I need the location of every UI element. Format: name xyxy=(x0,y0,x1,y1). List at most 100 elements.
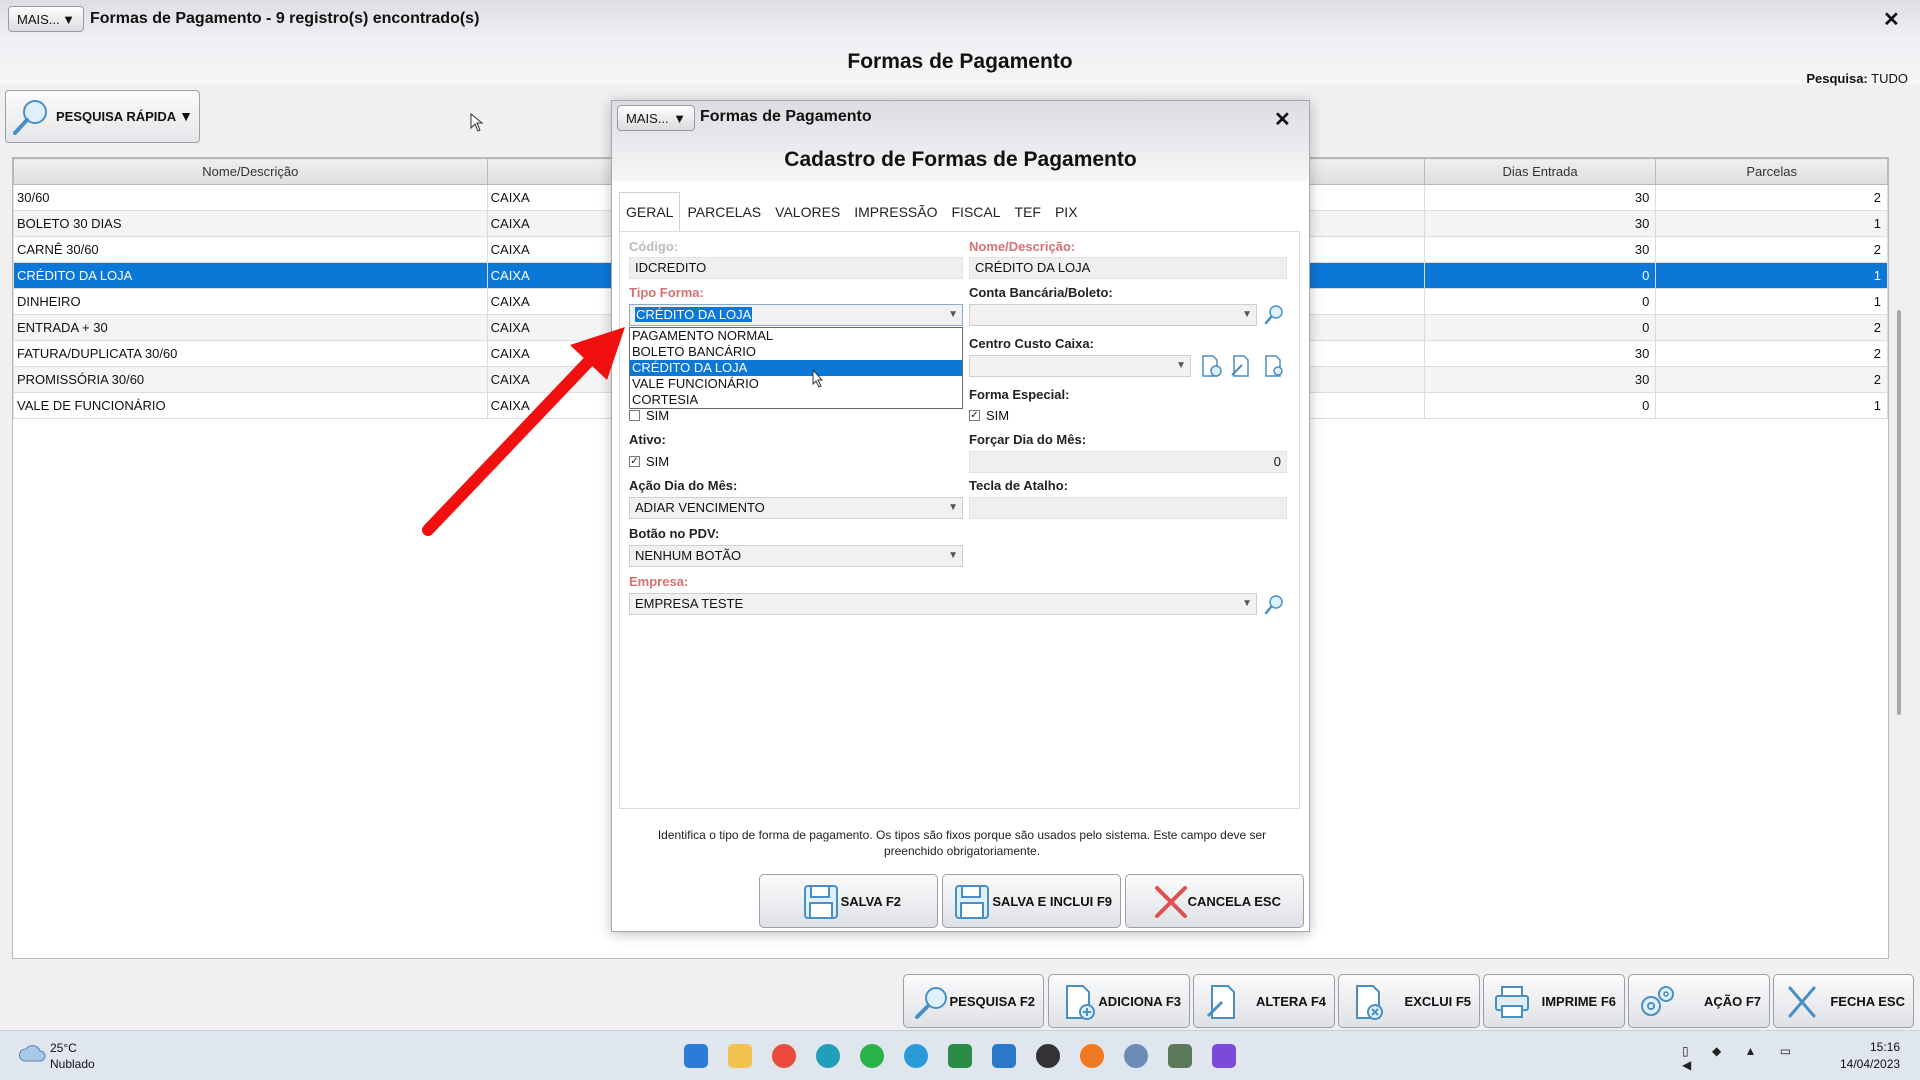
whatsapp-icon[interactable] xyxy=(860,1044,884,1068)
erp-app-icon[interactable] xyxy=(1168,1044,1192,1068)
ativo-sim-label: SIM xyxy=(646,454,670,469)
forma-especial-sim-label: SIM xyxy=(986,408,1010,423)
column-header-dias[interactable]: Dias Entrada xyxy=(1423,158,1657,185)
column-header-name[interactable]: Nome/Descrição xyxy=(13,158,488,185)
add-document-icon[interactable] xyxy=(1199,354,1223,378)
chevron-down-icon: ▼ xyxy=(673,110,686,126)
column-header-parcelas[interactable]: Parcelas xyxy=(1655,158,1888,185)
cell-name: DINHEIRO xyxy=(13,288,488,315)
cell-dias: 30 xyxy=(1423,210,1657,237)
forcar-dia-label: Forçar Dia do Mês: xyxy=(969,432,1087,447)
acao-dia-select[interactable]: ADIAR VENCIMENTO ▼ xyxy=(629,497,963,519)
system-tray-icons[interactable]: ▯ ◆ ▲ ▭ ◀ xyxy=(1682,1044,1822,1072)
pesquisa-button[interactable]: PESQUISA F2 xyxy=(903,974,1044,1028)
cell-dias: 30 xyxy=(1423,236,1657,263)
altera-button[interactable]: ALTERA F4 xyxy=(1193,974,1335,1028)
adiciona-button[interactable]: ADICIONA F3 xyxy=(1048,974,1190,1028)
botao-pdv-value: NENHUM BOTÃO xyxy=(635,548,742,563)
search-icon xyxy=(13,99,47,135)
red-annotation-arrow xyxy=(422,327,625,536)
mouse-cursor-icon xyxy=(812,368,824,388)
dropdown-option[interactable]: BOLETO BANCÁRIO xyxy=(630,344,962,360)
remote-app-icon[interactable] xyxy=(992,1044,1016,1068)
telegram-icon[interactable] xyxy=(904,1044,928,1068)
cancela-label: CANCELA ESC xyxy=(1187,893,1281,909)
tipo-forma-value: CRÉDITO DA LOJA xyxy=(635,307,753,322)
chevron-down-icon: ▼ xyxy=(1242,309,1252,320)
salva-button[interactable]: SALVA F2 xyxy=(759,874,938,928)
salva-e-inclui-button[interactable]: SALVA E INCLUI F9 xyxy=(942,874,1121,928)
edge-icon[interactable] xyxy=(816,1044,840,1068)
tab-valores[interactable]: VALORES xyxy=(768,192,847,232)
botao-pdv-select[interactable]: NENHUM BOTÃO ▼ xyxy=(629,545,963,567)
forma-especial-checkbox[interactable]: ✓ SIM xyxy=(969,408,1009,423)
dropdown-option[interactable]: VALE FUNCIONÁRIO xyxy=(630,376,962,392)
chevron-down-icon: ▼ xyxy=(1176,360,1186,371)
imprime-button[interactable]: IMPRIME F6 xyxy=(1483,974,1625,1028)
empresa-search-icon[interactable] xyxy=(1263,593,1285,615)
fecha-button[interactable]: FECHA ESC xyxy=(1773,974,1914,1028)
cloud-icon xyxy=(19,1045,46,1062)
cell-parcelas: 2 xyxy=(1655,184,1888,211)
forma-especial-label: Forma Especial: xyxy=(969,387,1070,402)
dropdown-option[interactable]: PAGAMENTO NORMAL xyxy=(630,328,962,344)
exclui-button[interactable]: EXCLUI F5 xyxy=(1338,974,1480,1028)
tab-fiscal[interactable]: FISCAL xyxy=(945,192,1008,232)
chevron-down-icon[interactable]: ▼ xyxy=(948,305,958,325)
acao-button[interactable]: AÇÃO F7 xyxy=(1628,974,1770,1028)
empresa-select[interactable]: EMPRESA TESTE ▼ xyxy=(629,593,1257,615)
tab-tef[interactable]: TEF xyxy=(1008,192,1048,232)
forcar-dia-field[interactable]: 0 xyxy=(969,451,1287,473)
tab-parcelas[interactable]: PARCELAS xyxy=(680,192,768,232)
nome-field[interactable]: CRÉDITO DA LOJA xyxy=(969,257,1287,279)
tab-impressao[interactable]: IMPRESSÃO xyxy=(847,192,944,232)
fecha-label: FECHA ESC xyxy=(1830,993,1905,1009)
firefox-icon[interactable] xyxy=(1080,1044,1104,1068)
tab-pix[interactable]: PIX xyxy=(1048,192,1085,232)
nome-label: Nome/Descrição: xyxy=(969,239,1076,254)
codigo-field[interactable]: IDCREDITO xyxy=(629,257,963,279)
conta-search-icon[interactable] xyxy=(1263,303,1285,325)
cell-dias: 0 xyxy=(1423,288,1657,315)
save-icon xyxy=(804,885,838,919)
windows-start-icon[interactable] xyxy=(684,1044,708,1068)
file-explorer-icon[interactable] xyxy=(728,1044,752,1068)
delete-document-icon xyxy=(1356,985,1383,1020)
dropdown-option[interactable]: CORTESIA xyxy=(630,392,962,408)
dialog-mais-button[interactable]: MAIS... ▼ xyxy=(617,105,695,131)
salva-label: SALVA F2 xyxy=(840,893,901,909)
mais-menu-button[interactable]: MAIS... ▼ xyxy=(8,6,84,32)
conta-bancaria-select[interactable]: ▼ xyxy=(969,304,1257,326)
cell-dias: 30 xyxy=(1423,184,1657,211)
settings-icon[interactable] xyxy=(1124,1044,1148,1068)
cell-dias: 0 xyxy=(1423,314,1657,341)
cell-parcelas: 1 xyxy=(1655,288,1888,315)
search-document-icon[interactable] xyxy=(1262,354,1286,378)
chevron-down-icon: ▼ xyxy=(62,11,75,27)
media-app-icon[interactable] xyxy=(1212,1044,1236,1068)
conta-bancaria-label: Conta Bancária/Boleto: xyxy=(969,285,1113,300)
spreadsheet-icon[interactable] xyxy=(948,1044,972,1068)
cell-parcelas: 2 xyxy=(1655,340,1888,367)
cancela-button[interactable]: CANCELA ESC xyxy=(1125,874,1304,928)
app-icon[interactable] xyxy=(1036,1044,1060,1068)
chevron-down-icon[interactable]: ▼ xyxy=(179,108,193,124)
close-icon[interactable]: ✕ xyxy=(1883,7,1900,32)
quick-search-button[interactable]: PESQUISA RÁPIDA ▼ xyxy=(5,90,200,143)
tipo-forma-select[interactable]: CRÉDITO DA LOJA ▼ xyxy=(629,304,963,326)
chevron-down-icon: ▼ xyxy=(948,550,958,561)
altera-label: ALTERA F4 xyxy=(1255,993,1326,1009)
tecla-atalho-field[interactable] xyxy=(969,497,1287,519)
centro-custo-select[interactable]: ▼ xyxy=(969,355,1191,377)
edit-document-icon[interactable] xyxy=(1230,354,1254,378)
weather-temp: 25°C xyxy=(50,1041,77,1055)
dialog-close-icon[interactable]: ✕ xyxy=(1274,107,1291,132)
cell-parcelas: 1 xyxy=(1655,210,1888,237)
chrome-icon[interactable] xyxy=(772,1044,796,1068)
cell-dias: 0 xyxy=(1423,392,1657,419)
grid-scrollbar[interactable] xyxy=(1897,310,1901,715)
botao-pdv-label: Botão no PDV: xyxy=(629,526,720,541)
cell-parcelas: 2 xyxy=(1655,236,1888,263)
tab-geral[interactable]: GERAL xyxy=(619,192,681,232)
dropdown-option-selected[interactable]: CRÉDITO DA LOJA xyxy=(630,360,962,376)
